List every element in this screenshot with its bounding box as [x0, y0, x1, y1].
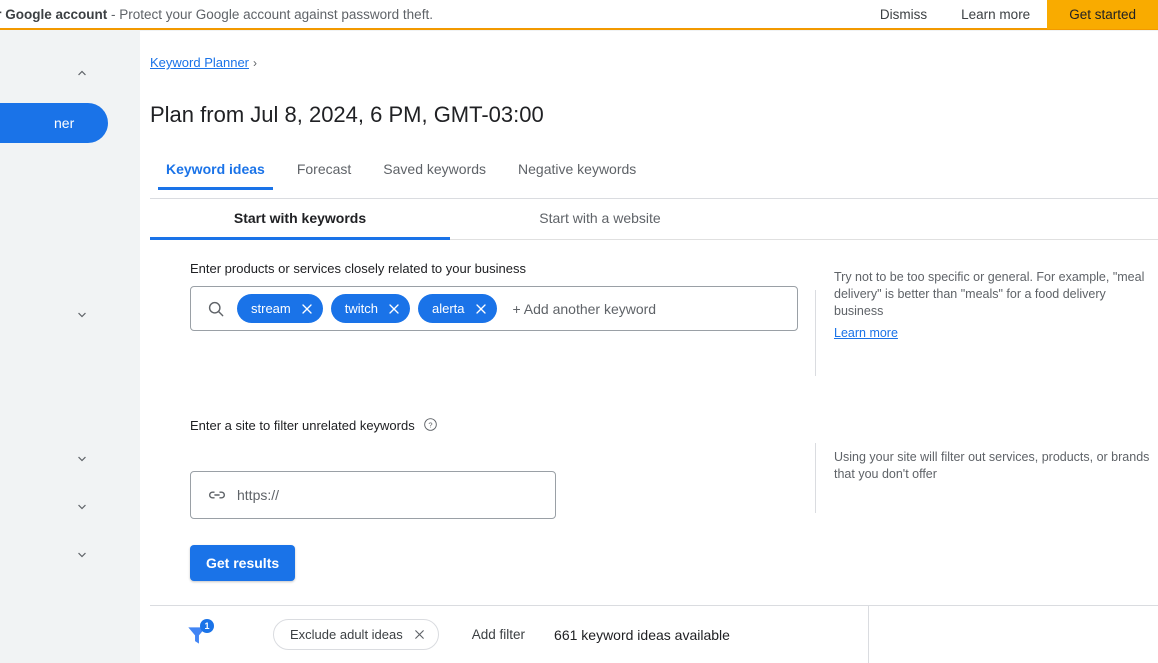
promo-banner: n on your Google account - Protect your … [0, 0, 1158, 30]
add-filter-button[interactable]: Add filter [472, 627, 525, 642]
tab-saved-keywords-label: Saved keywords [383, 161, 487, 177]
banner-learn-more-button[interactable]: Learn more [944, 0, 1047, 28]
svg-text:?: ? [429, 420, 433, 429]
keyword-chip-twitch[interactable]: twitch [330, 294, 410, 323]
link-icon [207, 485, 227, 505]
tab-keyword-ideas-label: Keyword ideas [166, 161, 265, 177]
site-url-input-field[interactable]: https:// [190, 471, 556, 519]
chevron-down-icon-0[interactable] [73, 306, 91, 324]
filter-count-badge: 1 [200, 618, 214, 633]
keyword-chip-alerta[interactable]: alerta [417, 294, 497, 323]
add-another-keyword-input[interactable]: + Add another keyword [513, 301, 657, 317]
panel-scrollbar[interactable] [869, 636, 884, 663]
filter-chip-exclude-adult-ideas[interactable]: Exclude adult ideas [273, 619, 439, 650]
page-title: Plan from Jul 8, 2024, 6 PM, GMT-03:00 [150, 102, 544, 127]
breadcrumb-separator: › [253, 55, 257, 70]
breadcrumb-link-keyword-planner[interactable]: Keyword Planner [150, 55, 249, 70]
close-icon[interactable] [386, 301, 402, 317]
chevron-down-icon-1[interactable] [73, 450, 91, 468]
secondary-tabs: Start with keywords Start with a website [150, 200, 1158, 240]
subtab-start-with-keywords[interactable]: Start with keywords [150, 200, 450, 240]
keyword-help-divider [815, 290, 816, 376]
banner-message-rest: - Protect your Google account against pa… [107, 6, 433, 22]
search-icon [206, 299, 226, 319]
filter-funnel-button[interactable]: 1 [184, 618, 214, 648]
keyword-planner-page: n on your Google account - Protect your … [0, 0, 1158, 663]
banner-actions: Dismiss Learn more Get started [863, 0, 1158, 29]
chevron-down-icon-3[interactable] [73, 546, 91, 564]
keyword-input-field[interactable]: stream twitch alerta + Add another keywo… [190, 286, 798, 331]
sidebar-item-active[interactable]: ner [0, 103, 108, 143]
keyword-chip-twitch-label: twitch [344, 301, 378, 316]
tab-negative-keywords[interactable]: Negative keywords [502, 161, 652, 189]
tab-saved-keywords[interactable]: Saved keywords [367, 161, 502, 189]
left-sidebar: ner lanner g hub cy ding [0, 31, 140, 663]
keyword-chip-stream-label: stream [251, 301, 291, 316]
chevron-up-icon[interactable] [73, 64, 91, 82]
close-icon[interactable] [473, 301, 489, 317]
banner-message: n on your Google account - Protect your … [0, 7, 433, 22]
keyword-field-label: Enter products or services closely relat… [190, 261, 526, 276]
help-icon[interactable]: ? [423, 417, 438, 432]
breadcrumb: Keyword Planner › [150, 55, 257, 70]
keyword-chip-stream[interactable]: stream [237, 294, 323, 323]
get-results-button[interactable]: Get results [190, 545, 296, 581]
subtab-start-with-a-website-label: Start with a website [539, 210, 661, 226]
site-help-text: Using your site will filter out services… [834, 450, 1150, 481]
subtab-start-with-keywords-label: Start with keywords [233, 210, 367, 226]
sidebar-item-active-label: ner [54, 115, 75, 131]
subtab-start-with-a-website[interactable]: Start with a website [450, 200, 750, 239]
tab-keyword-ideas[interactable]: Keyword ideas [150, 161, 281, 190]
get-started-button[interactable]: Get started [1047, 0, 1158, 29]
tab-forecast[interactable]: Forecast [281, 161, 367, 189]
keyword-chip-alerta-label: alerta [431, 301, 465, 316]
site-field-label: Enter a site to filter unrelated keyword… [190, 417, 438, 433]
close-icon[interactable] [412, 627, 427, 642]
banner-message-bold: n on your Google account [0, 6, 108, 22]
chevron-down-icon-2[interactable] [73, 498, 91, 516]
keyword-ideas-count: 661 keyword ideas available [554, 626, 730, 643]
site-help-divider [815, 443, 816, 513]
site-field-label-text: Enter a site to filter unrelated keyword… [190, 418, 415, 433]
refine-keywords-panel: Refine keywords [868, 605, 1158, 663]
close-icon[interactable] [299, 301, 315, 317]
keyword-help-text: Try not to be too specific or general. F… [834, 270, 1145, 318]
tab-negative-keywords-label: Negative keywords [518, 161, 637, 177]
dismiss-button[interactable]: Dismiss [863, 0, 944, 28]
site-url-placeholder[interactable]: https:// [237, 487, 279, 503]
filter-chip-label: Exclude adult ideas [290, 627, 403, 642]
tab-forecast-label: Forecast [296, 161, 352, 177]
primary-tabs: Keyword ideas Forecast Saved keywords Ne… [150, 161, 1158, 199]
keyword-learn-more-link[interactable]: Learn more [834, 326, 898, 340]
filter-bar: 1 Exclude adult ideas Add filter 661 key… [150, 605, 868, 663]
main-content: Keyword Planner › Plan from Jul 8, 2024,… [140, 31, 1158, 663]
